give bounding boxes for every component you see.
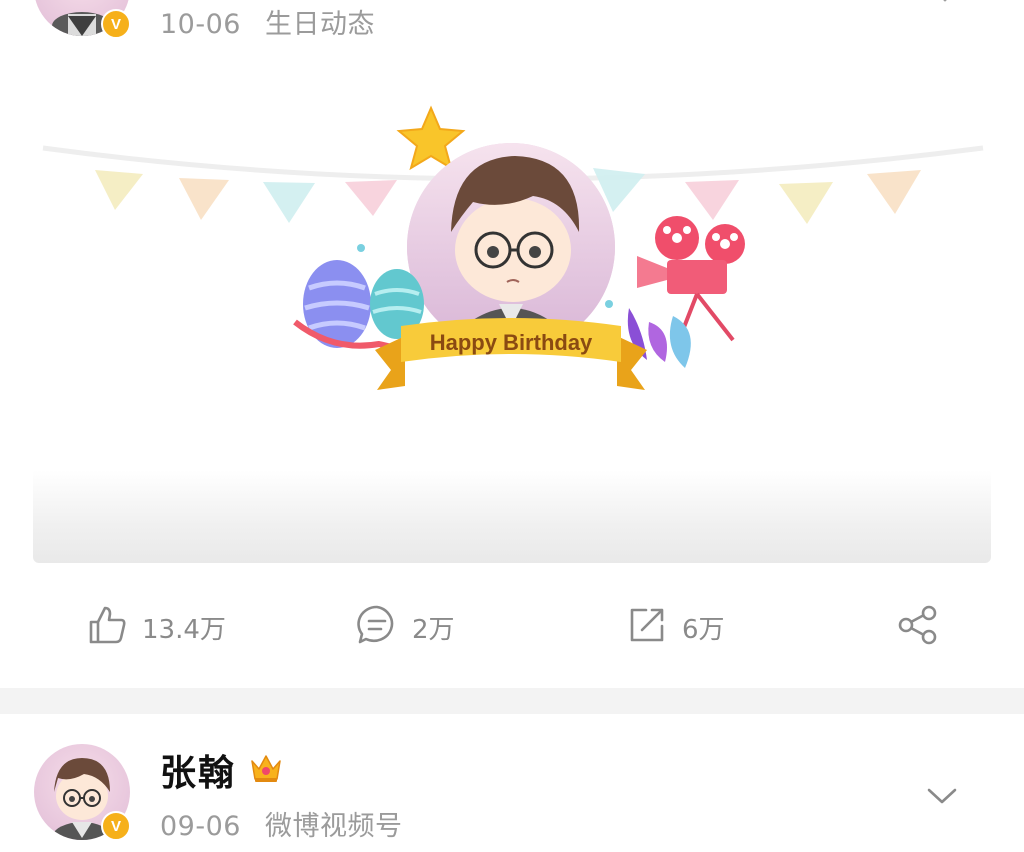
birthday-card[interactable]: Happy Birthday xyxy=(33,60,991,470)
comment-button[interactable]: 2万 xyxy=(356,602,455,652)
verified-badge-label: V xyxy=(110,817,121,835)
birthday-banner-text: Happy Birthday xyxy=(430,330,593,355)
chevron-top-icon[interactable] xyxy=(930,0,960,8)
chevron-down-icon[interactable] xyxy=(926,786,958,810)
post-date: 09-06 xyxy=(160,811,241,842)
comment-count: 2万 xyxy=(412,614,455,645)
post-source: 微博视频号 xyxy=(264,811,403,842)
card-footer-gradient xyxy=(33,470,991,563)
post-divider xyxy=(0,688,1024,714)
repost-button[interactable]: 6万 xyxy=(626,602,725,652)
birthday-illustration: Happy Birthday xyxy=(42,105,984,390)
repost-icon xyxy=(626,604,668,650)
thumbs-up-icon xyxy=(86,604,128,650)
like-button[interactable]: 13.4万 xyxy=(86,602,226,652)
share-button[interactable] xyxy=(896,602,940,652)
comment-icon xyxy=(356,604,398,650)
repost-count: 6万 xyxy=(682,614,725,645)
user-name-row: 张翰 xyxy=(160,744,284,796)
post-meta-top: 10-06 生日动态 xyxy=(160,2,375,41)
post-source: 生日动态 xyxy=(264,9,375,40)
crown-icon[interactable] xyxy=(248,751,284,789)
verified-badge-next: V xyxy=(101,811,131,841)
verified-badge-label: V xyxy=(110,15,121,33)
post-date: 10-06 xyxy=(160,9,241,40)
username[interactable]: 张翰 xyxy=(160,744,236,796)
like-count: 13.4万 xyxy=(142,614,226,645)
share-icon xyxy=(896,603,940,651)
post-meta-next: 09-06 微博视频号 xyxy=(160,804,402,843)
verified-badge-top: V xyxy=(101,9,131,39)
